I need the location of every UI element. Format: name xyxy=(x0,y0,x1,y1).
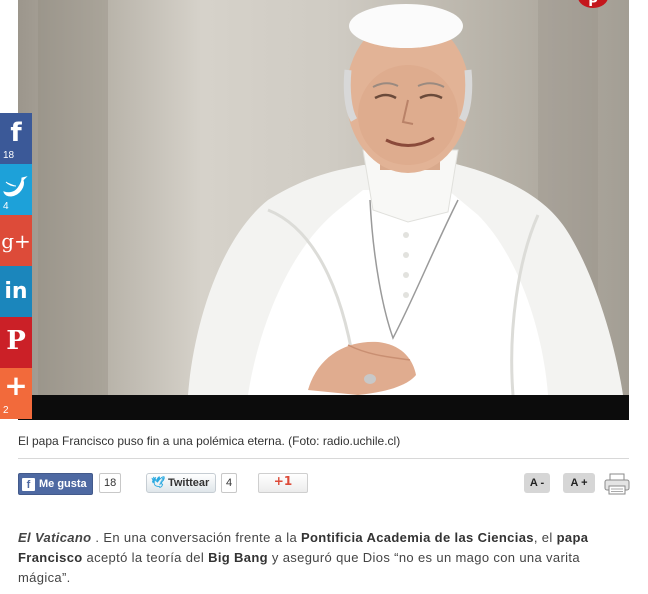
social-share-sidebar: f 18 4 g+ in P + 2 xyxy=(0,113,32,419)
google-plus-icon: g+ xyxy=(1,229,31,253)
article-lead-paragraph: El Vaticano . En una conversación frente… xyxy=(18,528,618,588)
font-decrease-button[interactable]: A - xyxy=(524,473,550,493)
facebook-icon: f xyxy=(22,477,35,491)
print-icon[interactable] xyxy=(604,473,630,495)
facebook-like-button[interactable]: f Me gusta xyxy=(18,473,93,495)
article-text: aceptó la teoría del xyxy=(82,550,209,565)
google-plus-share-button[interactable]: g+ xyxy=(0,215,32,266)
article-link-big-bang[interactable]: Big Bang xyxy=(208,550,268,565)
font-increase-button[interactable]: A + xyxy=(563,473,595,493)
pope-figure-illustration xyxy=(38,0,623,395)
twitter-share-button[interactable]: 4 xyxy=(0,164,32,215)
photo-bottom-bar xyxy=(18,395,629,420)
facebook-like-count: 18 xyxy=(99,473,122,493)
article-link-academy[interactable]: Pontificia Academia de las Ciencias xyxy=(301,530,534,545)
tweet-button[interactable]: 🕊 Twittear xyxy=(146,473,217,493)
more-share-button[interactable]: + 2 xyxy=(0,368,32,419)
pinterest-share-button[interactable]: P xyxy=(0,317,32,368)
linkedin-share-button[interactable]: in xyxy=(0,266,32,317)
facebook-share-count: 18 xyxy=(3,150,15,161)
plus-icon: + xyxy=(4,369,28,402)
twitter-bird-icon xyxy=(3,176,28,197)
tweet-button-label: Twittear xyxy=(167,477,210,489)
google-plus-one-label: +1 xyxy=(273,474,293,488)
article-place: El Vaticano xyxy=(18,530,92,545)
google-plus-one-button[interactable]: +1 xyxy=(258,473,308,493)
twitter-share-count: 4 xyxy=(3,201,9,212)
tweet-count: 4 xyxy=(221,473,238,493)
pinterest-icon: P xyxy=(6,326,26,356)
twitter-bird-icon: 🕊 xyxy=(151,477,165,489)
share-toolbar: f Me gusta 18 🕊 Twittear 4 +1 A - A + xyxy=(18,473,630,495)
more-share-count: 2 xyxy=(3,405,9,416)
article-text: , el xyxy=(533,530,557,545)
facebook-icon: f xyxy=(10,118,22,148)
article-photo: P xyxy=(18,0,629,420)
facebook-share-button[interactable]: f 18 xyxy=(0,113,32,164)
photo-caption: El papa Francisco puso fin a una polémic… xyxy=(18,434,401,448)
article-text: . En una conversación frente a la xyxy=(91,530,301,545)
facebook-like-label: Me gusta xyxy=(39,478,87,490)
caption-divider xyxy=(18,458,629,459)
linkedin-icon: in xyxy=(4,279,28,304)
